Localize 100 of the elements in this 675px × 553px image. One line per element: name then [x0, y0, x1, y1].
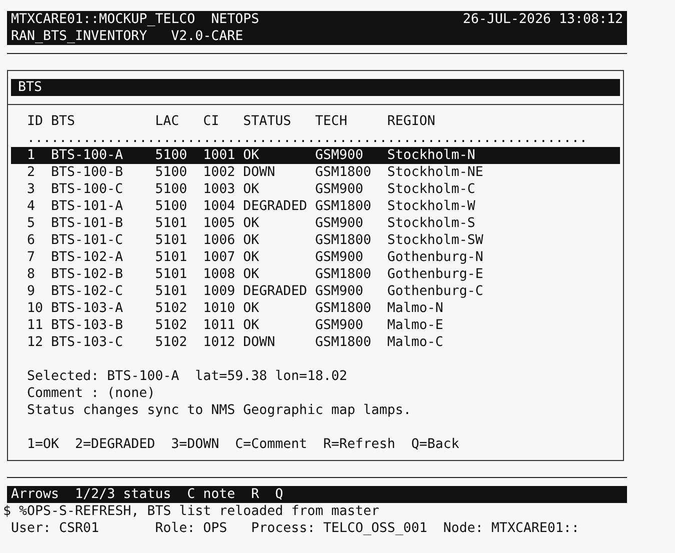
column-header: STATUS: [243, 113, 292, 130]
table-cell-text: 4: [27, 198, 36, 215]
session-info: Node: MTXCARE01::: [443, 520, 580, 537]
table-cell-text: GSM900: [315, 147, 364, 164]
table-cell-text: 6: [27, 232, 36, 249]
table-row[interactable]: 5 BTS-101-B 5101 1005 OK GSM900 Stockholm-S: [11, 215, 620, 232]
app-version: V2.0-CARE: [171, 28, 244, 45]
table-cell-text: DOWN: [243, 334, 276, 351]
table-cell-text: DEGRADED: [243, 283, 308, 300]
column-header: ID: [27, 113, 44, 130]
table-cell-text: 10: [27, 300, 44, 317]
datetime: 26-JUL-2026 13:08:12: [462, 11, 623, 28]
table-cell-text: 5102: [155, 300, 188, 317]
panel-title: BTS: [18, 80, 42, 95]
table-cell-text: Malmo-N: [387, 300, 444, 317]
table-row[interactable]: 6 BTS-101-C 5101 1006 OK GSM1800 Stockholm-SW: [11, 232, 620, 249]
table-cell-text: 1002: [203, 164, 236, 181]
table-cell-text: DOWN: [243, 164, 276, 181]
table-cell-text: OK: [243, 266, 260, 283]
detail-line: Selected: BTS-100-A lat=59.38 lon=18.02: [27, 369, 348, 384]
table-cell-text: 5100: [155, 147, 188, 164]
session-info: User: CSR01: [11, 520, 100, 537]
table-cell-text: OK: [243, 317, 260, 334]
table-row[interactable]: 10 BTS-103-A 5102 1010 OK GSM1800 Malmo-N: [11, 300, 620, 317]
table-row[interactable]: 7 BTS-102-A 5101 1007 OK GSM900 Gothenburg-N: [11, 249, 620, 266]
table-row[interactable]: 4 BTS-101-A 5100 1004 DEGRADED GSM1800 Stockholm-W: [11, 198, 620, 215]
table-row[interactable]: 11 BTS-103-B 5102 1011 OK GSM900 Malmo-E: [11, 317, 620, 334]
status-hints: Arrows 1/2/3 status C note R Q: [11, 487, 284, 502]
table-cell-text: BTS-101-C: [51, 232, 124, 249]
table-cell-text: GSM1800: [315, 164, 372, 181]
column-header: BTS: [51, 113, 76, 130]
table-cell-text: GSM1800: [315, 198, 372, 215]
table-row[interactable]: 9 BTS-102-C 5101 1009 DEGRADED GSM900 Gothenburg-C: [11, 283, 620, 300]
table-cell-text: 1004: [203, 198, 236, 215]
table-cell-text: Stockholm-NE: [387, 164, 484, 181]
table-cell-text: OK: [243, 232, 260, 249]
table-cell-text: BTS-100-A: [51, 147, 124, 164]
table-cell-text: Stockholm-W: [387, 198, 476, 215]
table-cell-text: OK: [243, 147, 260, 164]
key-hints: 1=OK 2=DEGRADED 3=DOWN C=Comment R=Refresh Q=Back: [27, 437, 460, 452]
table-cell-text: 5: [27, 215, 36, 232]
table-cell-text: Gothenburg-C: [387, 283, 484, 300]
table-cell-text: BTS-103-C: [51, 334, 124, 351]
message-line: $ %OPS-S-REFRESH, BTS list reloaded from master: [3, 504, 380, 519]
table-cell-text: 1012: [203, 334, 236, 351]
table-cell-text: Gothenburg-N: [387, 249, 484, 266]
table-cell-text: GSM900: [315, 249, 364, 266]
session-info: Role: OPS: [155, 520, 228, 537]
table-cell-text: 1011: [203, 317, 236, 334]
table-cell-text: Gothenburg-E: [387, 266, 484, 283]
table-cell-text: OK: [243, 215, 260, 232]
dotted-separator: ......................................................................: [27, 131, 588, 146]
table-cell-text: OK: [243, 300, 260, 317]
table-cell-text: BTS-100-B: [51, 164, 124, 181]
system-name: MTXCARE01::MOCKUP_TELCO: [11, 11, 196, 28]
table-cell-text: GSM1800: [315, 300, 372, 317]
table-cell-text: OK: [243, 181, 260, 198]
table-cell-text: Malmo-C: [387, 334, 444, 351]
table-cell-text: 8: [27, 266, 36, 283]
table-cell-text: 1008: [203, 266, 236, 283]
table-cell-text: 5101: [155, 249, 188, 266]
table-cell-text: Stockholm-SW: [387, 232, 484, 249]
table-cell-text: Stockholm-S: [387, 215, 476, 232]
table-cell-text: GSM1800: [315, 334, 372, 351]
session-info: Process: TELCO_OSS_001: [251, 520, 428, 537]
table-cell-text: GSM900: [315, 283, 364, 300]
table-row[interactable]: 3 BTS-100-C 5100 1003 OK GSM900 Stockholm-C: [11, 181, 620, 198]
table-cell-text: GSM900: [315, 215, 364, 232]
table-row[interactable]: 2 BTS-100-B 5100 1002 DOWN GSM1800 Stockholm-NE: [11, 164, 620, 181]
table-cell-text: Stockholm-C: [387, 181, 476, 198]
table-cell-text: GSM1800: [315, 266, 372, 283]
table-row[interactable]: 1 BTS-100-A 5100 1001 OK GSM900 Stockholm-N: [11, 147, 620, 164]
table-cell-text: BTS-102-A: [51, 249, 124, 266]
table-cell-text: 7: [27, 249, 36, 266]
table-cell-text: Stockholm-N: [387, 147, 476, 164]
table-cell-text: BTS-101-B: [51, 215, 124, 232]
table-cell-text: BTS-100-C: [51, 181, 124, 198]
table-cell-text: OK: [243, 249, 260, 266]
table-cell-text: 2: [27, 164, 36, 181]
table-cell-text: 1003: [203, 181, 236, 198]
table-cell-text: 9: [27, 283, 36, 300]
app-name: RAN_BTS_INVENTORY: [11, 28, 148, 45]
detail-line: Comment : (none): [27, 386, 156, 401]
column-header: CI: [203, 113, 220, 130]
table-cell-text: 5100: [155, 181, 188, 198]
table-cell-text: 1010: [203, 300, 236, 317]
detail-line: Status changes sync to NMS Geographic map lamps.: [27, 403, 412, 418]
table-cell-text: 12: [27, 334, 44, 351]
table-row[interactable]: 12 BTS-103-C 5102 1012 DOWN GSM1800 Malmo-C: [11, 334, 620, 351]
table-cell-text: DEGRADED: [243, 198, 308, 215]
table-cell-text: 5101: [155, 266, 188, 283]
table-cell-text: 1009: [203, 283, 236, 300]
table-cell-text: GSM900: [315, 181, 364, 198]
table-cell-text: 5102: [155, 334, 188, 351]
table-cell-text: 1007: [203, 249, 236, 266]
table-cell-text: BTS-103-A: [51, 300, 124, 317]
table-row[interactable]: 8 BTS-102-B 5101 1008 OK GSM1800 Gothenburg-E: [11, 266, 620, 283]
table-cell-text: 5101: [155, 215, 188, 232]
column-header: LAC: [155, 113, 180, 130]
table-cell-text: BTS-103-B: [51, 317, 124, 334]
